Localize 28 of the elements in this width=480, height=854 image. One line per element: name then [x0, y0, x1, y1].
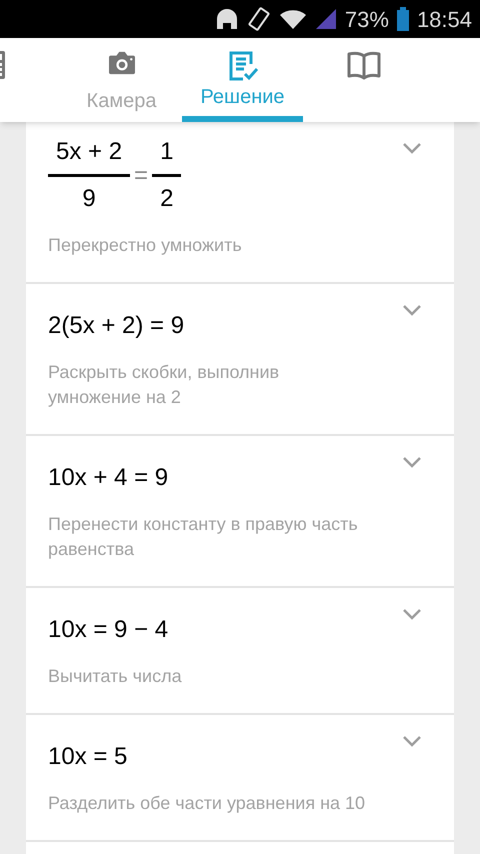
equation: 10x = 5: [48, 742, 128, 772]
equation: 2(5x + 2) = 9: [48, 311, 184, 341]
step-description: Вычитать числа: [48, 665, 183, 688]
clock: 18:54: [416, 6, 472, 34]
chevron-down-icon[interactable]: [402, 456, 422, 468]
step-description: Перекрестно умножить: [48, 234, 243, 257]
chevron-down-icon[interactable]: [402, 304, 422, 316]
denominator: 9: [81, 184, 97, 214]
step-description: Перенести константу в правую часть равенства: [48, 513, 359, 561]
equation: 10x + 4 = 9: [48, 463, 168, 493]
chevron-down-icon[interactable]: [402, 142, 422, 154]
numerator: 1: [159, 137, 174, 167]
equation: 10x = 9 − 4: [48, 615, 168, 645]
tab[interactable]: Камера: [61, 38, 182, 122]
signal-icon: [314, 8, 337, 30]
battery-icon: [396, 7, 409, 31]
battery-percent: 73%: [344, 6, 389, 34]
phone-rotate-icon: [246, 7, 271, 31]
chevron-down-icon[interactable]: [402, 735, 422, 747]
book-icon: [346, 50, 380, 80]
step-description: Разделить обе части уравнения на 10: [48, 792, 366, 815]
equals-sign: =: [134, 160, 148, 190]
checklist-icon: [226, 50, 258, 82]
chevron-down-icon[interactable]: [402, 608, 422, 620]
numerator: 5x + 2: [55, 137, 124, 167]
wifi-icon: [278, 8, 307, 30]
denominator: 2: [159, 184, 174, 214]
step-description: Раскрыть скобки, выполнив умножение на 2: [48, 361, 280, 409]
